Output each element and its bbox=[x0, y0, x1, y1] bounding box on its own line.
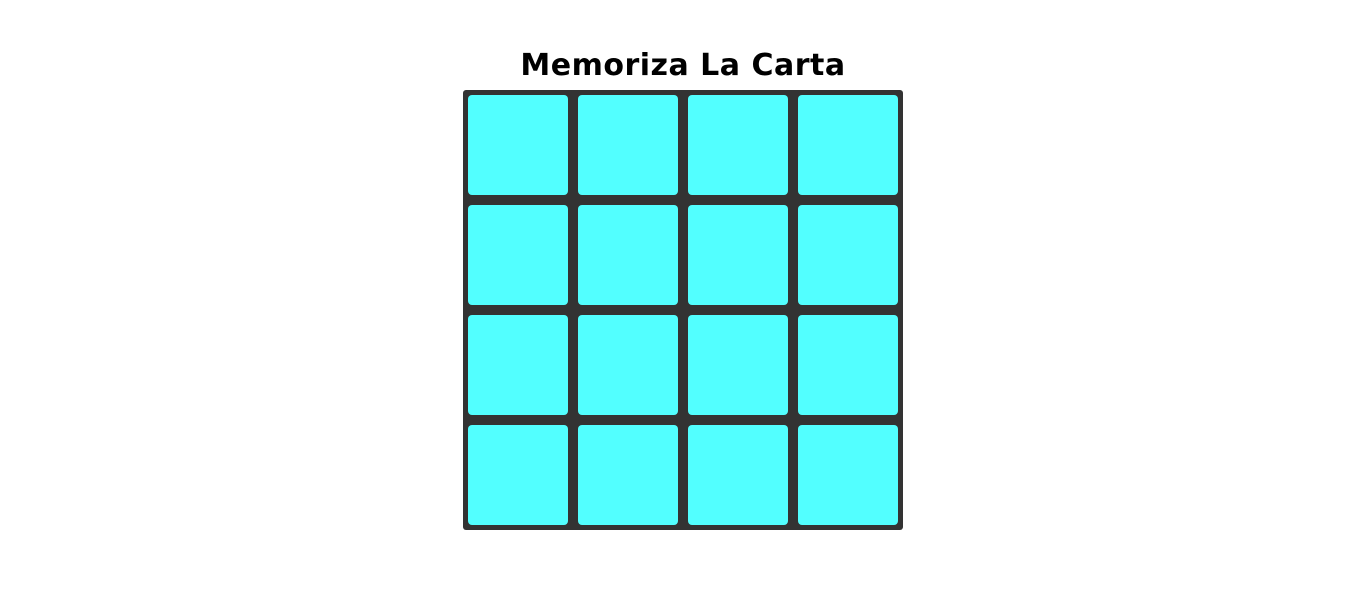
memory-card[interactable] bbox=[688, 95, 788, 195]
memory-board bbox=[463, 90, 903, 530]
memory-card[interactable] bbox=[798, 205, 898, 305]
game-title: Memoriza La Carta bbox=[520, 48, 846, 84]
memory-card[interactable] bbox=[578, 95, 678, 195]
memory-card[interactable] bbox=[688, 205, 788, 305]
memory-card[interactable] bbox=[578, 315, 678, 415]
memory-card[interactable] bbox=[578, 205, 678, 305]
memory-card[interactable] bbox=[798, 425, 898, 525]
memory-card[interactable] bbox=[468, 95, 568, 195]
memory-card[interactable] bbox=[688, 425, 788, 525]
memory-card[interactable] bbox=[798, 95, 898, 195]
memory-card[interactable] bbox=[798, 315, 898, 415]
memory-card[interactable] bbox=[468, 205, 568, 305]
memory-card[interactable] bbox=[468, 425, 568, 525]
memory-card[interactable] bbox=[578, 425, 678, 525]
memory-card[interactable] bbox=[688, 315, 788, 415]
memory-card[interactable] bbox=[468, 315, 568, 415]
